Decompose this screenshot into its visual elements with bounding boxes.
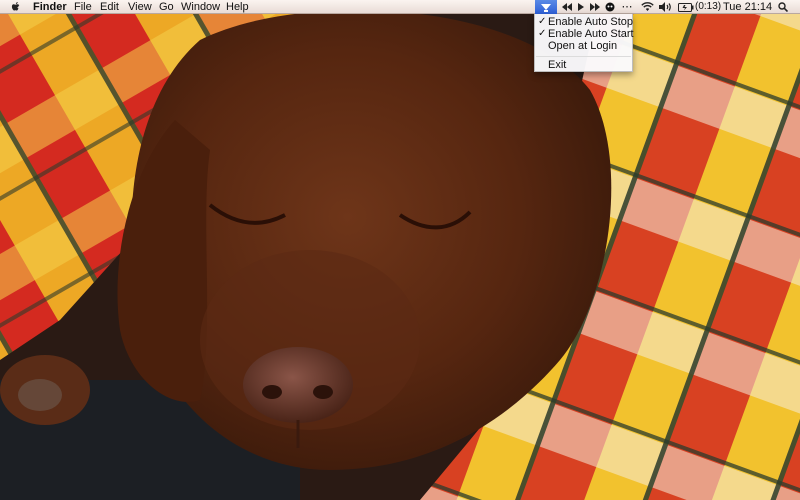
menu-window[interactable]: Window	[181, 0, 220, 14]
play-icon	[578, 3, 584, 11]
apple-icon	[11, 2, 20, 11]
checkmark-icon: ✓	[538, 16, 547, 27]
spotlight-button[interactable]	[777, 0, 789, 14]
volume-icon	[658, 2, 671, 12]
checkmark-icon: ✓	[538, 28, 547, 39]
battery-time: (0:13)	[695, 1, 722, 12]
menu-finder[interactable]: Finder	[33, 0, 67, 14]
menu-go[interactable]: Go	[159, 0, 174, 14]
battery-icon	[678, 2, 694, 12]
play-button[interactable]	[574, 0, 588, 14]
menu-separator	[536, 56, 631, 57]
menu-help[interactable]: Help	[226, 0, 249, 14]
search-icon	[778, 2, 788, 12]
wifi-button[interactable]	[640, 0, 654, 14]
menu-bar: Finder File Edit View Go Window Help ⋯ (…	[0, 0, 800, 14]
clock[interactable]: Tue 21:14	[723, 0, 772, 14]
menu-item-enable-auto-start[interactable]: ✓ Enable Auto Start	[535, 28, 634, 40]
next-track-icon	[590, 3, 600, 11]
menu-item-enable-auto-stop[interactable]: ✓ Enable Auto Stop	[535, 16, 634, 28]
wifi-icon	[640, 2, 654, 11]
previous-track-icon	[562, 3, 572, 11]
menu-item-label: Enable Auto Start	[548, 28, 634, 40]
puppy-photo	[0, 0, 800, 500]
menu-item-label: Enable Auto Stop	[548, 16, 634, 28]
menu-view[interactable]: View	[128, 0, 152, 14]
circle-status-icon	[605, 2, 615, 12]
apple-menu-icon[interactable]	[10, 0, 22, 14]
battery-button[interactable]	[678, 0, 694, 14]
previous-track-button[interactable]	[560, 0, 574, 14]
status-circle-button[interactable]	[604, 0, 616, 14]
status-app-button[interactable]	[535, 0, 557, 14]
menu-item-label: Open at Login	[548, 40, 618, 52]
desktop-wallpaper	[0, 0, 800, 500]
volume-button[interactable]	[658, 0, 672, 14]
menu-item-open-at-login[interactable]: Open at Login	[535, 40, 632, 52]
next-track-button[interactable]	[588, 0, 602, 14]
more-icon: ⋯	[621, 1, 633, 13]
menu-item-exit[interactable]: Exit	[535, 59, 632, 71]
status-dropdown-menu: ✓ Enable Auto Stop ✓ Enable Auto Start O…	[534, 14, 634, 72]
status-app-icon	[541, 4, 551, 12]
menu-edit[interactable]: Edit	[100, 0, 119, 14]
more-button[interactable]: ⋯	[620, 0, 634, 14]
menu-file[interactable]: File	[74, 0, 92, 14]
menu-item-label: Exit	[548, 59, 567, 71]
